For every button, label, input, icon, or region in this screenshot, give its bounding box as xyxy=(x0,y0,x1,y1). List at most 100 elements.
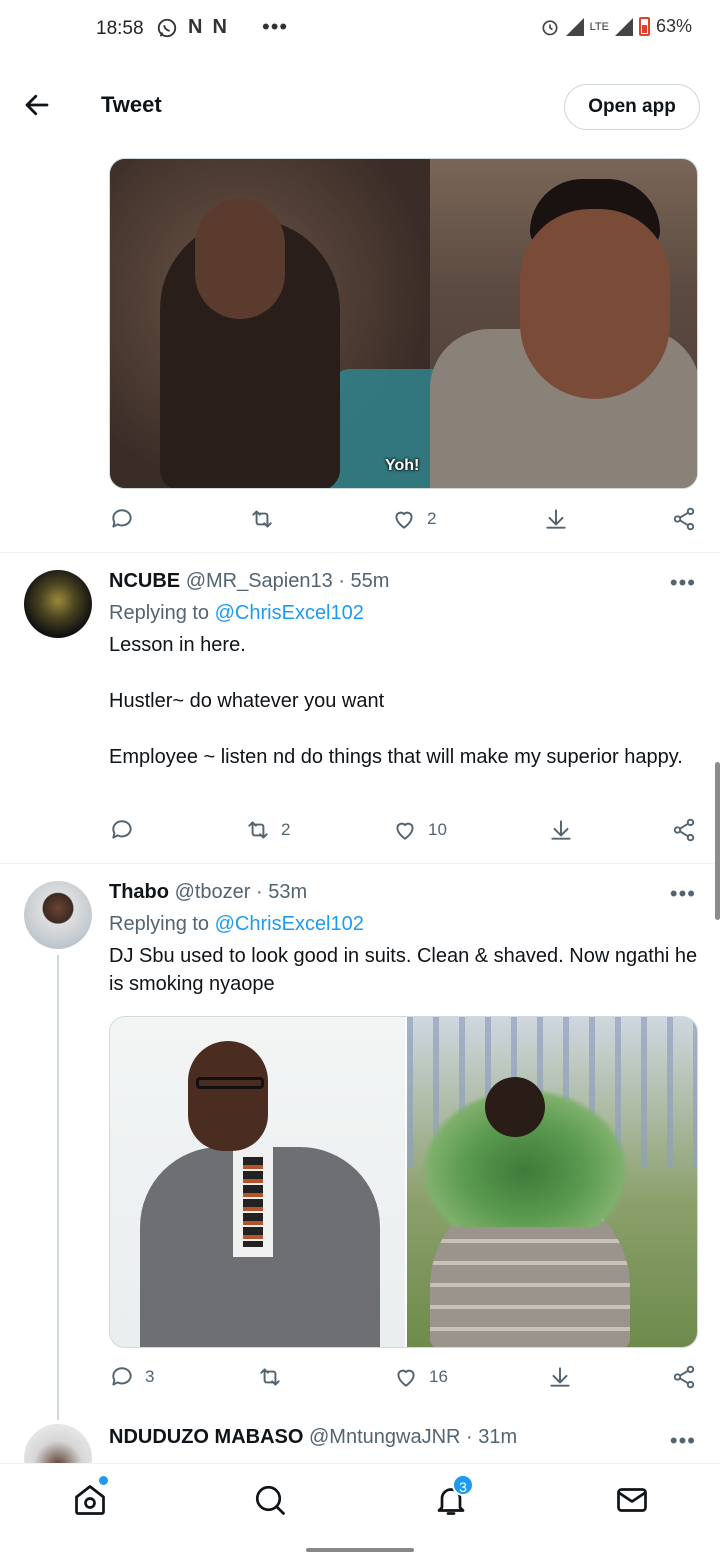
page-title: Tweet xyxy=(101,92,162,117)
replying-to-link[interactable]: @ChrisExcel102 xyxy=(215,602,364,624)
tweet-media-image[interactable]: Yoh! xyxy=(109,158,698,489)
download-icon xyxy=(551,820,571,840)
back-arrow-icon[interactable] xyxy=(22,90,52,120)
heart-icon xyxy=(396,822,414,840)
thread-line xyxy=(57,955,59,1420)
n-icon: N xyxy=(188,16,203,38)
divider xyxy=(0,863,720,864)
heart-icon xyxy=(397,1369,415,1387)
username[interactable]: @MR_Sapien13 xyxy=(186,570,333,592)
status-bar: 18:58 N N ••• LTE 63% xyxy=(0,0,720,60)
image-person-face xyxy=(188,1041,268,1151)
like-button[interactable]: 10 xyxy=(392,817,447,843)
retweet-count: 2 xyxy=(281,820,291,839)
retweet-button[interactable]: 2 xyxy=(245,817,290,843)
display-name[interactable]: NCUBE xyxy=(109,570,180,592)
network-type: LTE xyxy=(589,20,609,33)
username[interactable]: @MntungwaJNR xyxy=(309,1426,460,1448)
avatar[interactable] xyxy=(24,570,92,638)
n-icon: N xyxy=(212,16,227,38)
reply-count: 3 xyxy=(145,1367,155,1386)
retweet-icon xyxy=(252,510,272,528)
like-count: 16 xyxy=(429,1367,448,1386)
image-person-face xyxy=(195,199,285,319)
unread-dot xyxy=(99,1476,108,1485)
download-icon xyxy=(550,1367,570,1387)
replying-to-label: Replying to xyxy=(109,602,210,624)
signal-icon xyxy=(565,17,584,36)
search-icon[interactable] xyxy=(252,1482,288,1518)
download-icon xyxy=(546,509,566,529)
tweet-actions: 2 10 xyxy=(109,817,709,847)
download-button[interactable] xyxy=(543,506,569,532)
battery-percent: 63% xyxy=(655,16,692,36)
share-icon xyxy=(673,818,695,842)
replying-to: Replying to @ChrisExcel102 xyxy=(109,602,364,625)
username[interactable]: @tbozer xyxy=(175,881,251,903)
like-button[interactable]: 2 xyxy=(391,506,436,532)
heart-icon xyxy=(395,511,413,529)
download-button[interactable] xyxy=(547,1364,573,1390)
share-button[interactable] xyxy=(671,506,697,532)
retweet-icon xyxy=(248,821,268,839)
download-button[interactable] xyxy=(548,817,574,843)
timestamp: · 31m xyxy=(466,1426,518,1448)
notification-icons: N N xyxy=(156,16,227,39)
share-icon xyxy=(673,1365,695,1389)
more-notifications-icon: ••• xyxy=(262,14,289,39)
display-name[interactable]: NDUDUZO MABASO xyxy=(109,1426,303,1448)
like-count: 10 xyxy=(428,820,447,839)
retweet-icon xyxy=(260,1368,280,1386)
bottom-navigation: 3 xyxy=(0,1463,720,1537)
more-options-icon[interactable]: ••• xyxy=(670,881,696,907)
like-count: 2 xyxy=(427,509,437,528)
tweet-header: NCUBE @MR_Sapien13 · 55m xyxy=(109,570,389,593)
reply-button[interactable] xyxy=(109,506,135,532)
timestamp: · 55m xyxy=(338,570,390,592)
mail-icon[interactable] xyxy=(614,1482,650,1518)
image-person-glasses xyxy=(196,1077,264,1089)
timestamp: · 53m xyxy=(256,881,308,903)
scrollbar[interactable] xyxy=(715,762,720,920)
more-options-icon[interactable]: ••• xyxy=(670,570,696,596)
reply-button[interactable] xyxy=(109,817,135,843)
image-person-tie xyxy=(243,1157,263,1247)
like-button[interactable]: 16 xyxy=(393,1364,448,1390)
media-caption: Yoh! xyxy=(385,457,420,474)
battery-icon xyxy=(638,17,650,36)
tweet-media-image[interactable] xyxy=(109,1016,698,1348)
retweet-button[interactable] xyxy=(249,506,275,532)
image-person-face xyxy=(520,209,670,399)
display-name[interactable]: Thabo xyxy=(109,881,169,903)
top-app-bar: Tweet Open app xyxy=(0,70,720,142)
notifications-badge: 3 xyxy=(452,1474,474,1496)
replying-to: Replying to @ChrisExcel102 xyxy=(109,913,364,936)
signal-icon xyxy=(614,17,633,36)
tweet-header: NDUDUZO MABASO @MntungwaJNR · 31m xyxy=(109,1426,517,1449)
alarm-icon xyxy=(542,19,558,35)
replying-to-label: Replying to xyxy=(109,913,210,935)
avatar[interactable] xyxy=(24,881,92,949)
gesture-bar[interactable] xyxy=(306,1548,414,1552)
open-app-button[interactable]: Open app xyxy=(564,84,700,130)
share-icon xyxy=(673,507,695,531)
share-button[interactable] xyxy=(671,1364,697,1390)
reply-button[interactable]: 3 xyxy=(109,1364,154,1390)
status-time: 18:58 xyxy=(96,18,144,39)
divider xyxy=(0,552,720,553)
reply-icon xyxy=(112,509,132,528)
tweet-actions: 3 16 xyxy=(109,1364,709,1394)
home-icon[interactable] xyxy=(72,1482,108,1518)
system-icons: LTE 63% xyxy=(540,16,692,37)
reply-icon xyxy=(112,820,132,839)
tweet-actions: 2 xyxy=(109,506,709,536)
share-button[interactable] xyxy=(671,817,697,843)
retweet-button[interactable] xyxy=(257,1364,283,1390)
reply-icon xyxy=(112,1367,132,1386)
more-options-icon[interactable]: ••• xyxy=(670,1428,696,1454)
whatsapp-icon xyxy=(157,18,177,37)
tweet-text: Lesson in here. Hustler~ do whatever you… xyxy=(109,634,683,768)
image-person xyxy=(485,1077,545,1137)
replying-to-link[interactable]: @ChrisExcel102 xyxy=(215,913,364,935)
tweet-text: DJ Sbu used to look good in suits. Clean… xyxy=(109,945,698,995)
